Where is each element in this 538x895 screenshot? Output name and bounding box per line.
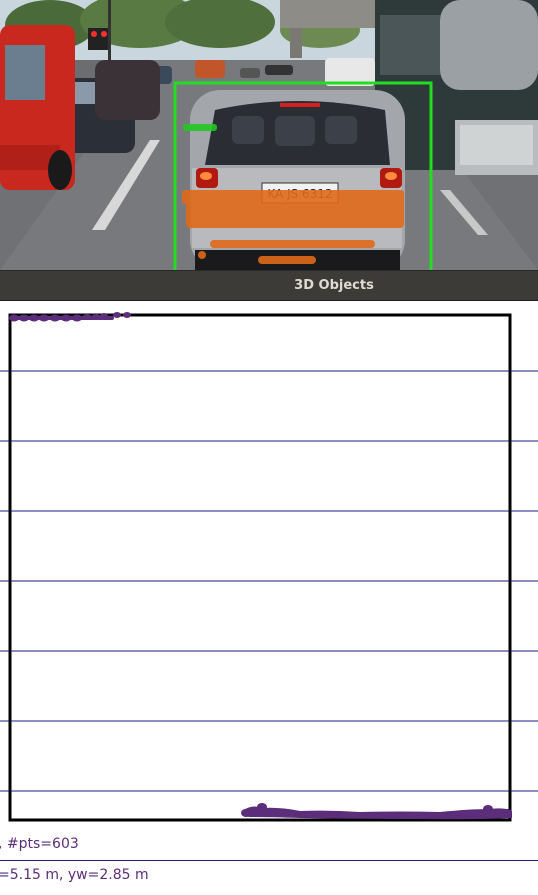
camera-image: KA JS 6312 [0, 0, 538, 270]
camera-image-panel: KA JS 6312 [0, 0, 538, 270]
object-plot-panel: , #pts=603 =5.15 m, yw=2.85 m [0, 301, 538, 895]
points-count-label: , #pts=603 [0, 836, 79, 852]
info-divider [0, 860, 538, 861]
grid-lines [0, 370, 538, 792]
object-size-label: =5.15 m, yw=2.85 m [0, 867, 149, 883]
panel-title-bar: 3D Objects [0, 270, 538, 301]
object-bounding-box [8, 313, 512, 822]
panel-title: 3D Objects [294, 278, 374, 293]
point-cluster-top [9, 312, 131, 322]
point-cluster-bottom [241, 803, 512, 820]
object-plot [0, 312, 538, 822]
